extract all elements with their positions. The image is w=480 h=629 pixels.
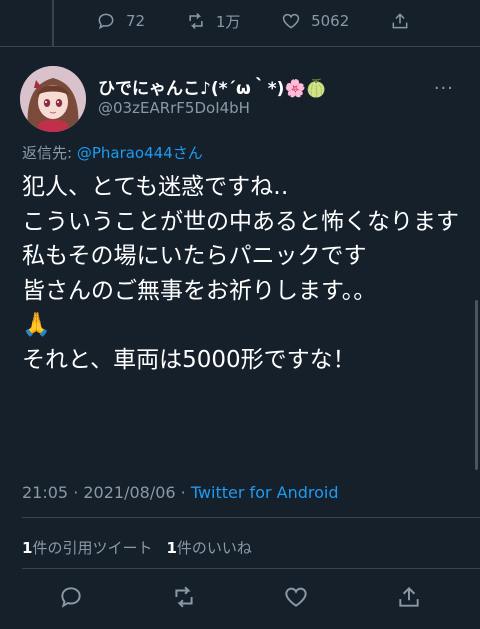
reply-action[interactable]: 72: [96, 11, 145, 31]
reply-count: 72: [126, 12, 146, 30]
like-count: 5062: [311, 12, 350, 30]
likes-count: 1: [166, 539, 177, 557]
reply-icon: [98, 13, 114, 30]
divider: [0, 46, 480, 47]
heart-icon: [282, 13, 300, 29]
avatar[interactable]: [20, 66, 86, 132]
reply-prefix: 返信先:: [22, 144, 77, 162]
user-handle[interactable]: @03zEARrF5DoI4bH: [98, 99, 250, 117]
heart-icon[interactable]: [283, 584, 309, 610]
like-action[interactable]: 5062: [281, 11, 349, 31]
retweet-icon[interactable]: [171, 584, 197, 610]
anime-avatar-image: [20, 66, 86, 132]
divider: [22, 517, 480, 518]
display-name[interactable]: ひでにゃんこ♪(*´ω｀*)🌸🍈: [98, 74, 327, 99]
quote-count: 1: [22, 539, 33, 557]
scrollbar[interactable]: [475, 300, 478, 470]
retweet-count: 1万: [215, 12, 241, 31]
reply-to-line: 返信先: @Pharao444さん: [22, 142, 203, 163]
retweet-icon: [189, 12, 203, 30]
source-link[interactable]: Twitter for Android: [191, 483, 339, 502]
previous-tweet-actions: 72 1万 5062: [96, 8, 410, 34]
share-icon[interactable]: [396, 584, 422, 610]
quote-tweets-stat[interactable]: 1件の引用ツイート: [22, 537, 152, 558]
engagement-stats: 1件の引用ツイート 1件のいいね: [22, 537, 252, 558]
share-icon: [392, 13, 408, 29]
tweet-actions: [58, 584, 422, 610]
reply-icon[interactable]: [58, 584, 84, 610]
divider: [22, 568, 480, 569]
timestamp[interactable]: 21:05 · 2021/08/06 ·: [22, 483, 191, 502]
likes-stat[interactable]: 1件のいいね: [166, 537, 251, 558]
share-action[interactable]: [390, 11, 410, 31]
more-options-icon[interactable]: ···: [434, 78, 454, 99]
reply-mention-link[interactable]: @Pharao444さん: [77, 144, 203, 162]
thread-line: [52, 0, 54, 46]
quote-label: 件の引用ツイート: [32, 539, 153, 557]
likes-label: 件のいいね: [176, 539, 252, 557]
tweet-text: 犯人、とても迷惑ですね‥ こういうことが世の中あると怖くなります 私もその場にい…: [22, 174, 459, 373]
retweet-action[interactable]: 1万: [186, 11, 241, 32]
tweet-metadata: 21:05 · 2021/08/06 · Twitter for Android: [22, 483, 339, 502]
